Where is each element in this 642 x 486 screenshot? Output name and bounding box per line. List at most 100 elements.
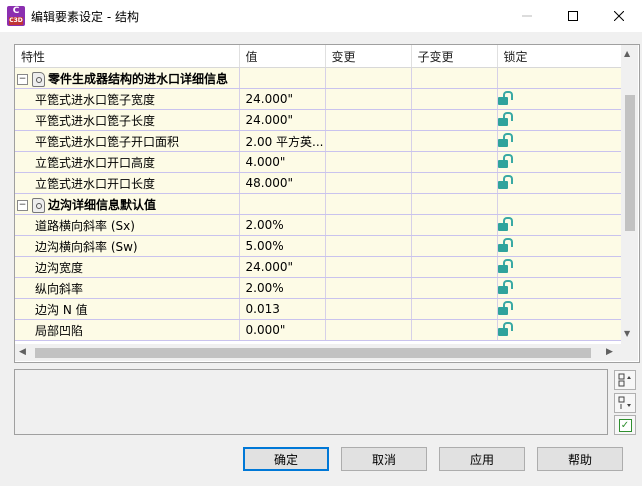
category-empty-cell [325,67,412,89]
property-row[interactable]: 边沟 N 值 0.013 [15,298,621,320]
property-value-text: 4.000" [245,155,286,169]
property-row[interactable]: 纵向斜率 2.00% [15,277,621,299]
alphabetic-view-button[interactable] [614,393,636,413]
property-value[interactable]: 2.00 平方英... [239,130,326,152]
property-lock[interactable] [497,235,621,257]
horizontal-scroll-thumb[interactable] [35,348,591,358]
unlock-icon[interactable] [497,174,513,189]
property-sub-change[interactable] [411,172,498,194]
property-sub-change[interactable] [411,109,498,131]
property-lock[interactable] [497,256,621,278]
minimize-button[interactable] [504,0,550,32]
property-lock[interactable] [497,130,621,152]
property-change[interactable] [325,214,412,236]
property-row[interactable]: 立箆式进水口开口高度 4.000" [15,151,621,173]
property-sub-change[interactable] [411,277,498,299]
property-sub-change[interactable] [411,235,498,257]
property-sub-change[interactable] [411,130,498,152]
property-change[interactable] [325,235,412,257]
property-change[interactable] [325,151,412,173]
property-value[interactable]: 24.000" [239,88,326,110]
property-row[interactable]: 边沟宽度 24.000" [15,256,621,278]
property-value[interactable]: 24.000" [239,256,326,278]
property-row[interactable]: 平箆式进水口箆子宽度 24.000" [15,88,621,110]
unlock-icon[interactable] [497,279,513,294]
property-lock[interactable] [497,298,621,320]
property-name: 平箆式进水口箆子开口面积 [15,130,240,152]
toggle-check-button[interactable]: ✓ [614,415,636,435]
property-row[interactable]: 平箆式进水口箆子长度 24.000" [15,109,621,131]
property-change[interactable] [325,172,412,194]
category-row[interactable]: − 边沟详细信息默认值 [15,193,621,215]
column-header-sub-change[interactable]: 子变更 [411,45,498,68]
horizontal-scrollbar[interactable]: ◀ ▶ [15,344,621,361]
property-value[interactable]: 5.00% [239,235,326,257]
unlock-icon[interactable] [497,258,513,273]
scroll-left-icon[interactable]: ◀ [19,347,26,357]
help-button[interactable]: 帮助 [537,447,623,471]
scroll-down-icon[interactable]: ▼ [624,329,630,338]
unlock-icon[interactable] [497,90,513,105]
property-value[interactable]: 48.000" [239,172,326,194]
property-change[interactable] [325,88,412,110]
property-sub-change[interactable] [411,88,498,110]
property-value[interactable]: 24.000" [239,109,326,131]
property-row[interactable]: 边沟横向斜率 (Sw) 5.00% [15,235,621,257]
scroll-up-icon[interactable]: ▲ [624,49,630,58]
property-lock[interactable] [497,214,621,236]
property-sub-change[interactable] [411,214,498,236]
column-header-change[interactable]: 变更 [325,45,412,68]
scroll-right-icon[interactable]: ▶ [606,347,613,357]
vertical-scroll-thumb[interactable] [625,95,635,231]
maximize-icon [568,11,578,21]
property-lock[interactable] [497,151,621,173]
property-sub-change[interactable] [411,319,498,341]
unlock-icon[interactable] [497,216,513,231]
unlock-icon[interactable] [497,237,513,252]
property-value[interactable]: 2.00% [239,214,326,236]
property-change[interactable] [325,109,412,131]
property-row[interactable]: 立箆式进水口开口长度 48.000" [15,172,621,194]
vertical-scrollbar[interactable]: ▲ ▼ [621,45,638,344]
property-sub-change[interactable] [411,256,498,278]
property-change[interactable] [325,277,412,299]
property-row[interactable]: 平箆式进水口箆子开口面积 2.00 平方英... [15,130,621,152]
property-lock[interactable] [497,172,621,194]
unlock-icon[interactable] [497,132,513,147]
property-grid: 特性 值 变更 子变更 锁定 − 零件生成器结构的进水口详细信息 平箆式进水口箆子宽… [14,44,640,363]
property-sub-change[interactable] [411,151,498,173]
property-sub-change[interactable] [411,298,498,320]
property-value-text: 24.000" [245,260,294,274]
app-icon-sub: C3D [9,17,23,25]
property-value[interactable]: 4.000" [239,151,326,173]
unlock-icon[interactable] [497,153,513,168]
property-row[interactable]: 道路横向斜率 (Sx) 2.00% [15,214,621,236]
cancel-button[interactable]: 取消 [341,447,427,471]
ok-button[interactable]: 确定 [243,447,329,471]
property-change[interactable] [325,298,412,320]
property-lock[interactable] [497,277,621,299]
collapse-icon[interactable]: − [17,199,28,211]
collapse-icon[interactable]: − [17,73,28,85]
property-change[interactable] [325,256,412,278]
property-value[interactable]: 2.00% [239,277,326,299]
unlock-icon[interactable] [497,111,513,126]
property-lock[interactable] [497,319,621,341]
column-header-property[interactable]: 特性 [15,45,240,68]
column-header-lock[interactable]: 锁定 [497,45,621,68]
unlock-icon[interactable] [497,321,513,336]
property-value[interactable]: 0.013 [239,298,326,320]
close-button[interactable] [596,0,642,32]
unlock-icon[interactable] [497,300,513,315]
property-change[interactable] [325,130,412,152]
column-header-value[interactable]: 值 [239,45,326,68]
maximize-button[interactable] [550,0,596,32]
categorized-view-button[interactable] [614,370,636,390]
property-lock[interactable] [497,88,621,110]
property-row[interactable]: 局部凹陷 0.000" [15,319,621,341]
property-lock[interactable] [497,109,621,131]
property-change[interactable] [325,319,412,341]
apply-button[interactable]: 应用 [439,447,525,471]
category-row[interactable]: − 零件生成器结构的进水口详细信息 [15,67,621,89]
property-value[interactable]: 0.000" [239,319,326,341]
